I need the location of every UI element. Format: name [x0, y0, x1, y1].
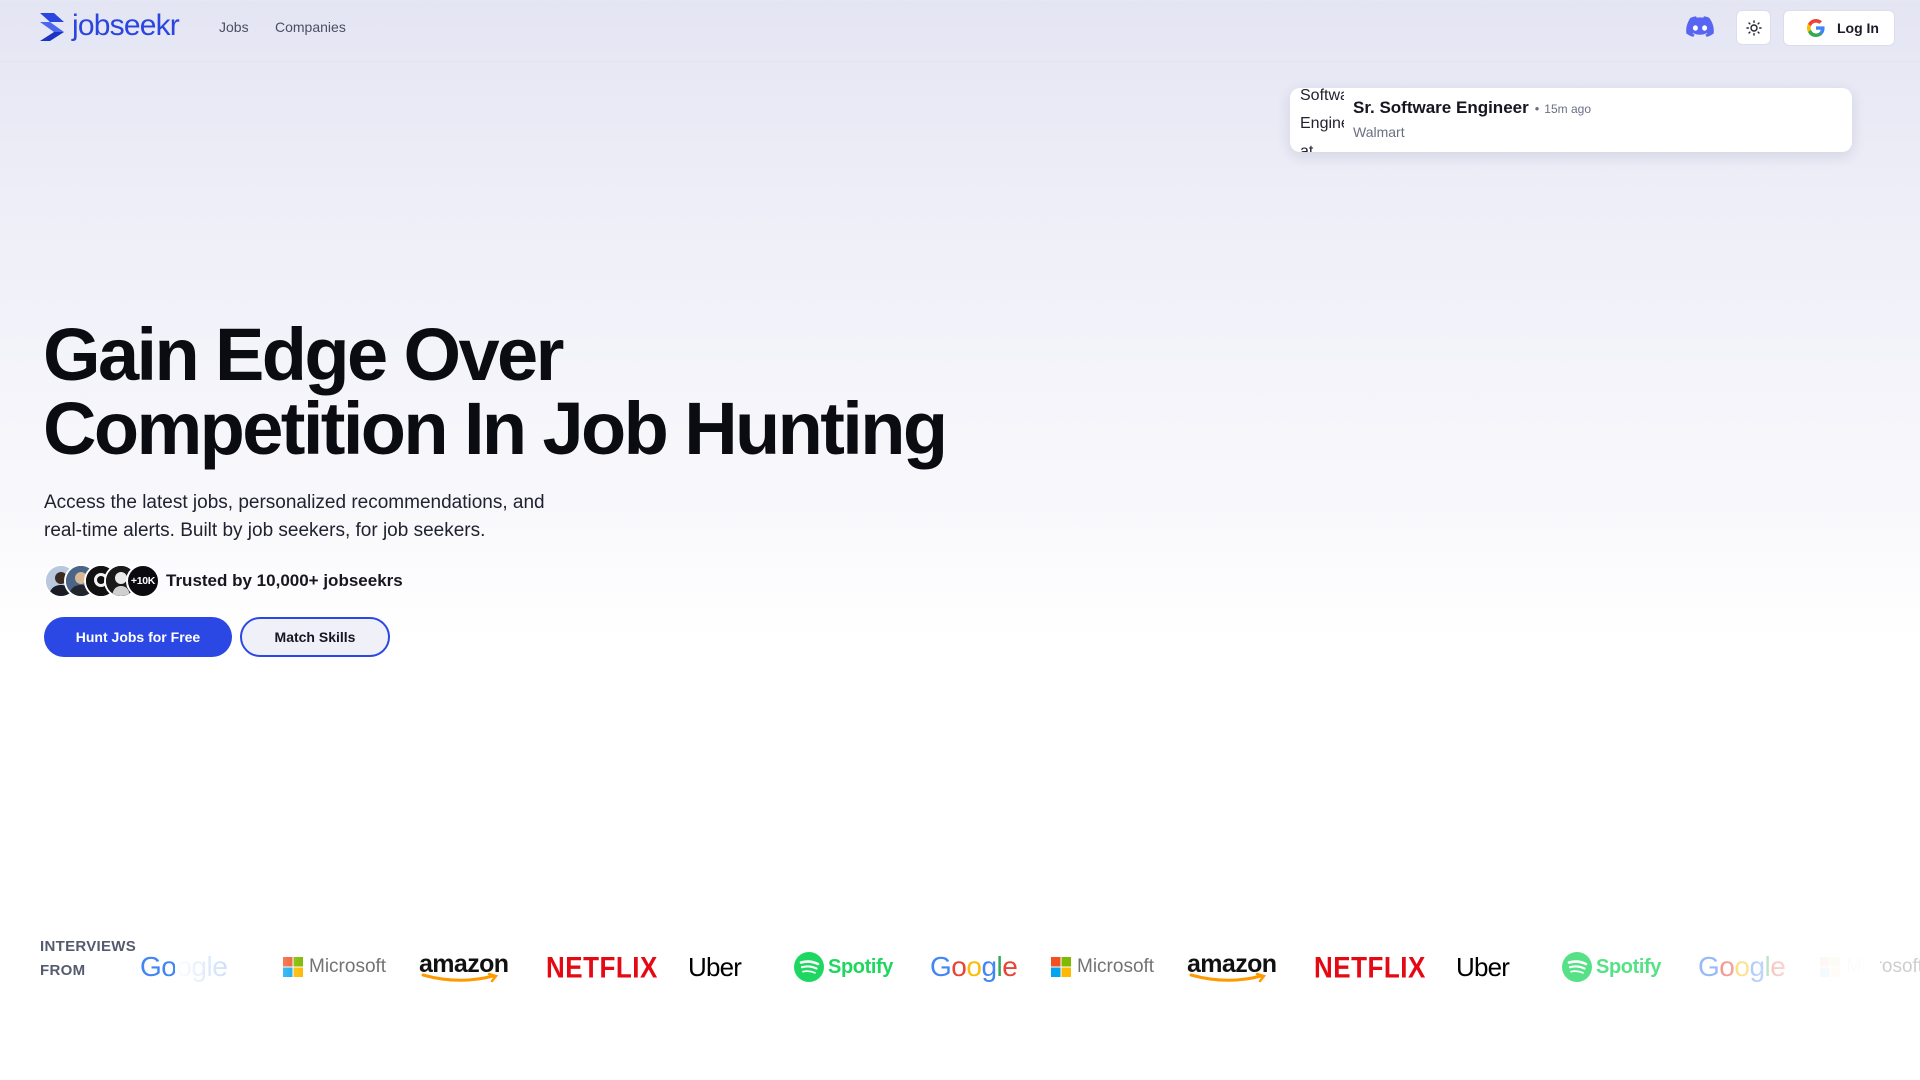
google-letter: o — [966, 951, 982, 982]
spotify-icon — [1562, 952, 1592, 982]
job-alert-card[interactable]: Software Engineer at Sr. Software Engine… — [1290, 88, 1852, 152]
hero-subtitle-line-2: real-time alerts. Built by job seekers, … — [44, 520, 486, 541]
hero-subtitle: Access the latest jobs, personalized rec… — [44, 489, 664, 545]
uber-logo: Uber — [1456, 945, 1510, 989]
interviews-heading-line-1: INTERVIEWS — [40, 938, 137, 955]
microsoft-wordmark: Microsoft — [309, 956, 387, 977]
hero-title-line-1: Gain Edge Over — [43, 313, 564, 396]
trust-text: Trusted by 10,000+ jobseekrs — [166, 571, 403, 590]
jobseekr-logo-icon — [40, 13, 64, 41]
discord-icon[interactable] — [1686, 15, 1714, 39]
job-alert-separator: • — [1534, 101, 1540, 116]
spotify-logo: Spotify — [794, 945, 893, 989]
amazon-smile-icon — [1189, 972, 1267, 982]
logo-strip-fade-left — [175, 935, 305, 995]
avatar-more-count: +10K — [126, 564, 160, 598]
google-letter: e — [1002, 951, 1018, 982]
spotify-icon — [794, 952, 824, 982]
nav-link-companies[interactable]: Companies — [275, 19, 346, 35]
spotify-wordmark: Spotify — [828, 955, 893, 978]
job-alert-company: Walmart — [1353, 124, 1405, 140]
amazon-logo: amazon — [419, 945, 509, 989]
trust-row: +10K Trusted by 10,000+ jobseekrs — [44, 564, 403, 598]
brand-name: jobseekr — [72, 9, 180, 42]
google-letter: o — [951, 951, 967, 982]
hero-title: Gain Edge Over Competition In Job Huntin… — [43, 318, 948, 466]
google-logo: Google — [930, 945, 1018, 989]
spotify-logo: Spotify — [1562, 945, 1661, 989]
sun-icon — [1745, 19, 1762, 36]
avatar-stack: +10K — [44, 564, 160, 598]
job-alert-role: Sr. Software Engineer — [1353, 98, 1529, 117]
job-alert-time: 15m ago — [1544, 102, 1591, 116]
netflix-logo: NETFLIX — [546, 942, 658, 993]
google-login-button[interactable]: Log In — [1783, 10, 1895, 46]
nav-link-jobs[interactable]: Jobs — [219, 19, 249, 35]
brand-logo[interactable]: jobseekr — [38, 9, 180, 43]
microsoft-wordmark: Microsoft — [1077, 956, 1155, 977]
previous-alert-text: Software Engineer at — [1300, 88, 1344, 152]
theme-toggle-button[interactable] — [1736, 10, 1771, 45]
google-letter: G — [1698, 951, 1720, 982]
microsoft-squares-icon — [1051, 957, 1071, 977]
spotify-wordmark: Spotify — [1596, 955, 1661, 978]
uber-wordmark: Uber — [1456, 951, 1510, 982]
netflix-wordmark: NETFLIX — [1314, 949, 1426, 984]
google-icon — [1807, 19, 1825, 37]
job-alert-header: Sr. Software Engineer • 15m ago — [1353, 98, 1591, 118]
hero-subtitle-line-1: Access the latest jobs, personalized rec… — [44, 492, 545, 513]
microsoft-logo: Microsoft — [1051, 945, 1154, 989]
netflix-wordmark: NETFLIX — [546, 949, 658, 984]
netflix-logo: NETFLIX — [1314, 942, 1426, 993]
uber-logo: Uber — [688, 945, 742, 989]
interviews-from-heading: INTERVIEWS FROM — [40, 935, 136, 983]
google-letter: g — [981, 951, 997, 982]
match-skills-button[interactable]: Match Skills — [240, 617, 390, 657]
uber-wordmark: Uber — [688, 951, 742, 982]
google-letter: G — [930, 951, 952, 982]
hunt-jobs-button[interactable]: Hunt Jobs for Free — [44, 617, 232, 657]
interviews-heading-line-2: FROM — [40, 962, 86, 979]
company-logo-strip: Google Microsoft amazon NETFLIX Uber Spo… — [140, 945, 1920, 989]
top-navbar: jobseekr Jobs Companies Log In — [0, 0, 1920, 62]
amazon-logo: amazon — [1187, 945, 1277, 989]
logo-strip-fade-right — [1720, 935, 1880, 995]
hero-title-line-2: Competition In Job Hunting — [43, 387, 948, 470]
amazon-smile-icon — [421, 972, 499, 982]
login-label: Log In — [1837, 20, 1879, 36]
